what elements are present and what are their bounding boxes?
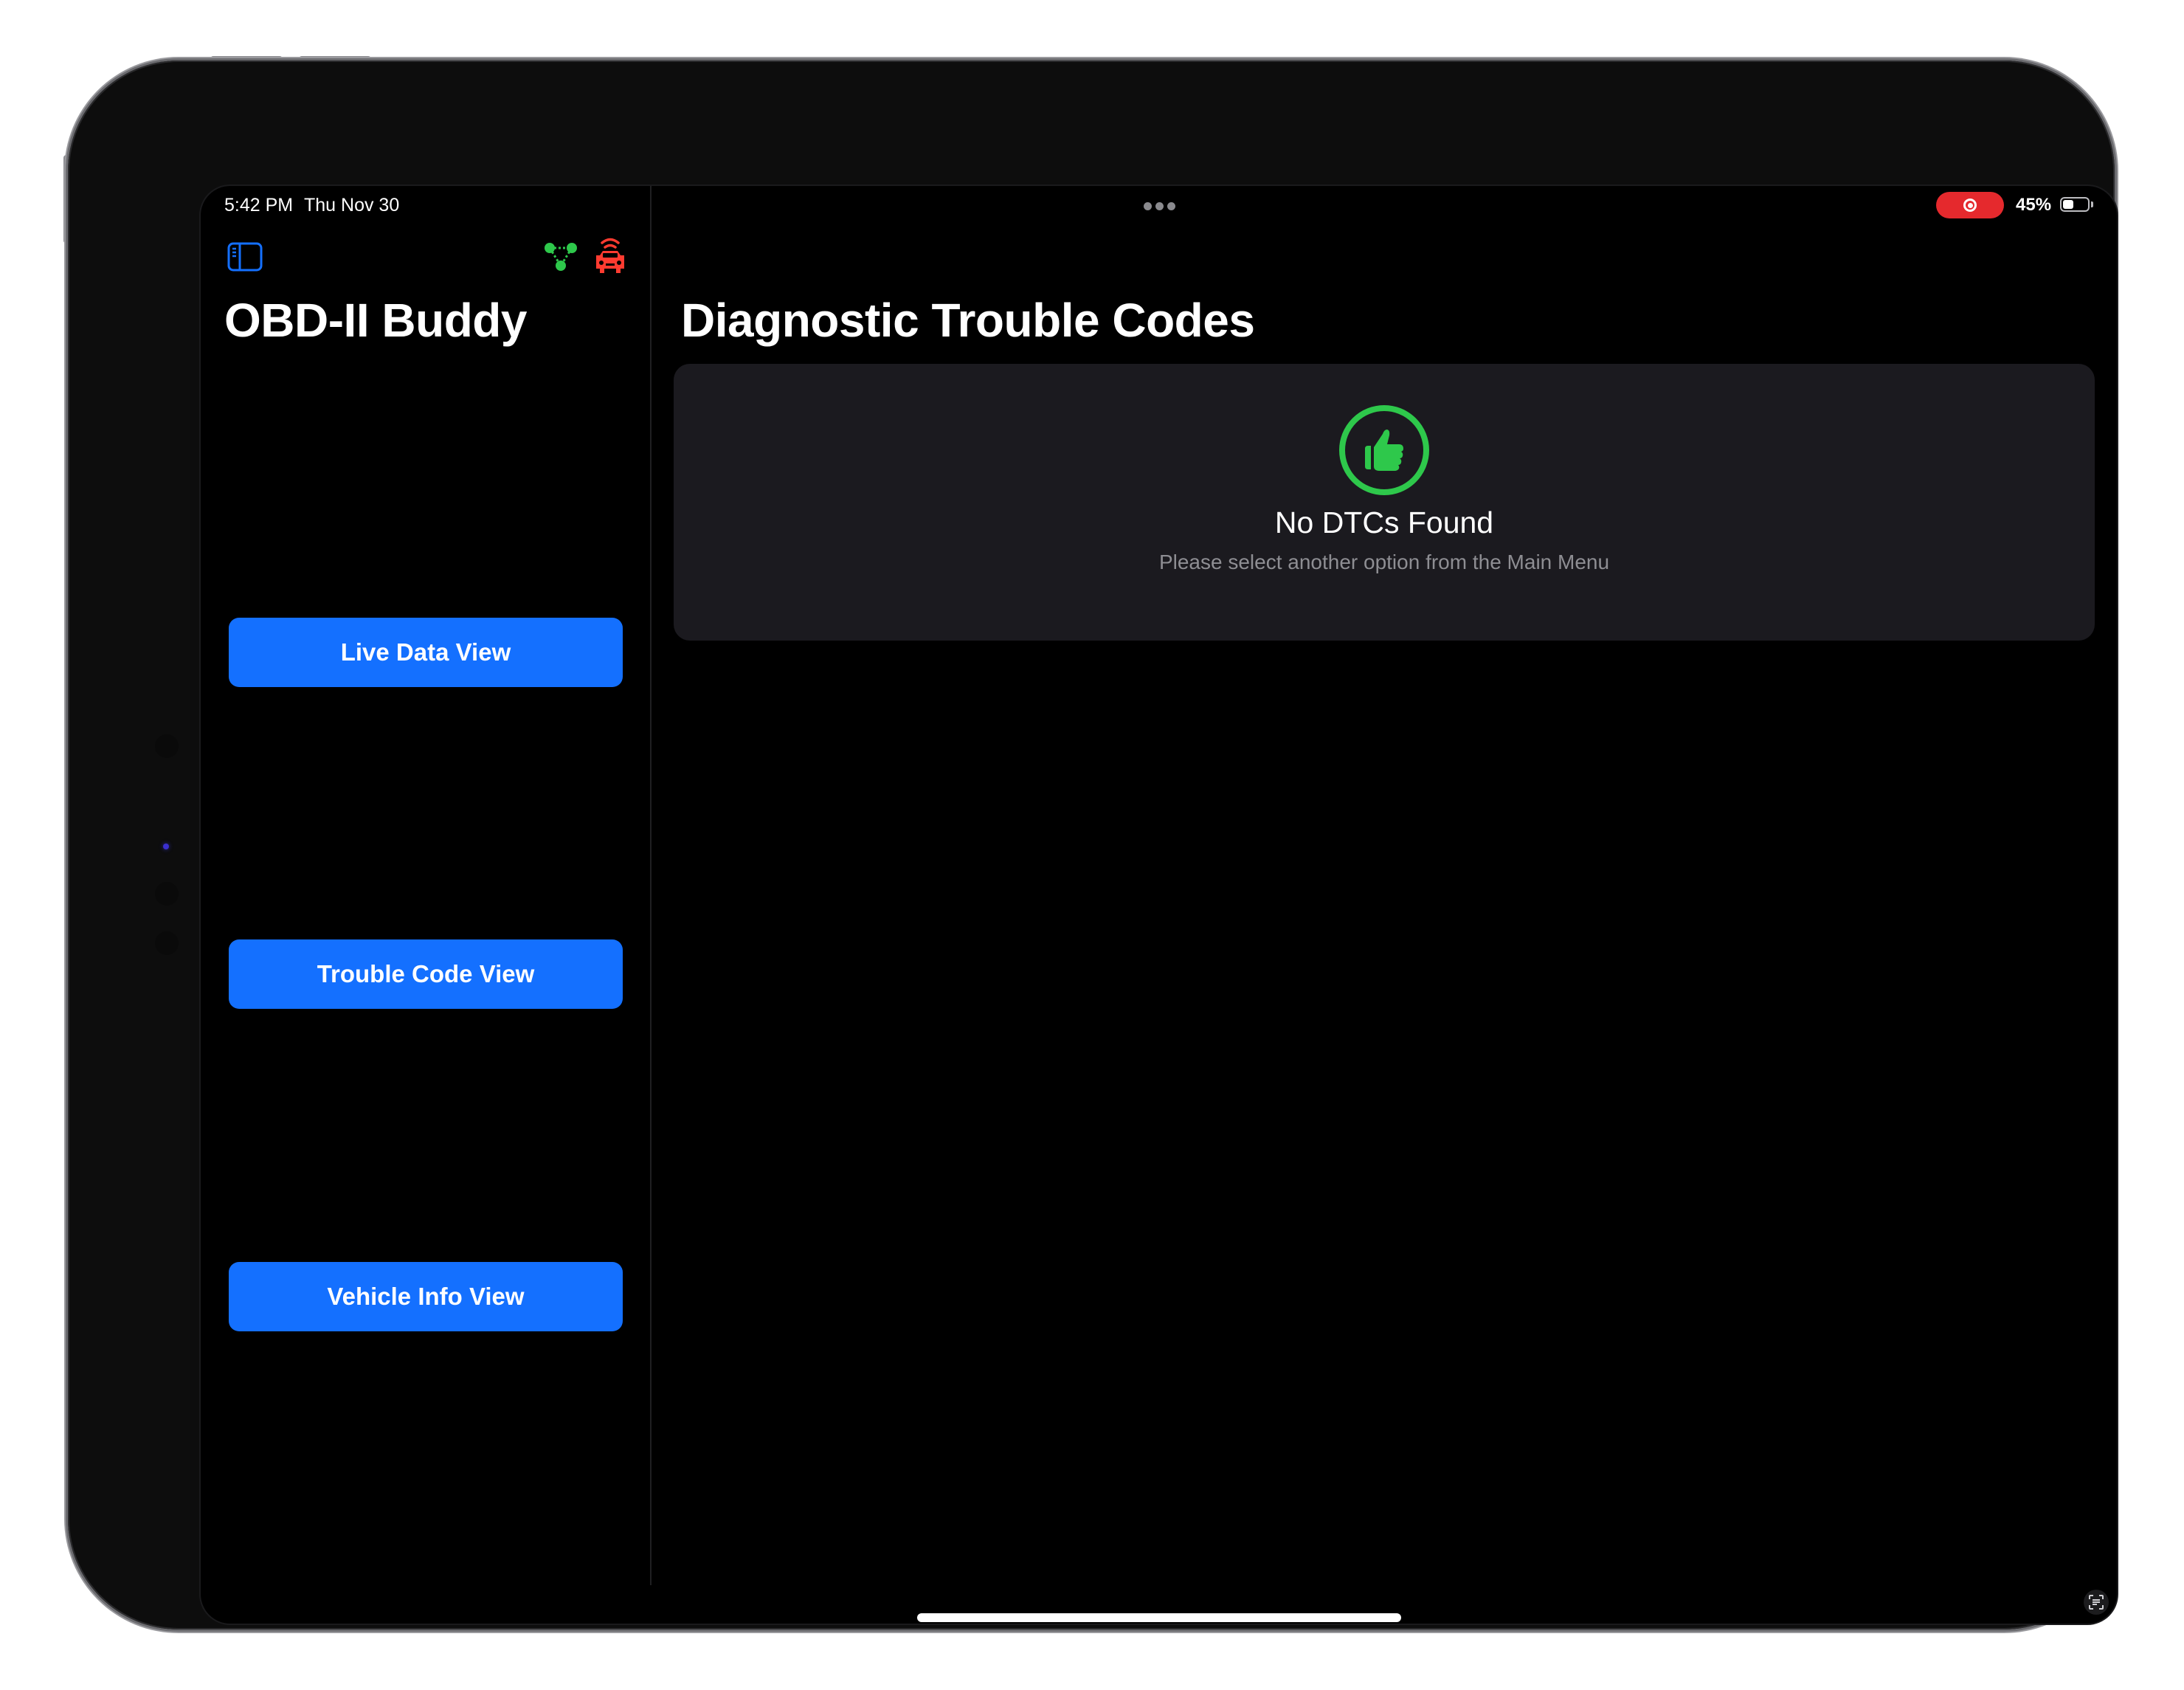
split-view-divider[interactable] bbox=[650, 186, 652, 1585]
network-connection-icon[interactable] bbox=[544, 242, 579, 272]
battery-icon bbox=[2060, 197, 2090, 212]
battery-level-fill bbox=[2063, 200, 2073, 209]
empty-state-message: Please select another option from the Ma… bbox=[1158, 551, 1610, 573]
thumbs-up-badge bbox=[1339, 405, 1429, 495]
page-title: Diagnostic Trouble Codes bbox=[681, 294, 1255, 347]
car-connection-icon[interactable] bbox=[593, 236, 627, 276]
screen-recording-indicator[interactable] bbox=[1936, 192, 2004, 218]
ipad-device-frame: 5:42 PM Thu Nov 30 45% OBD-II Buddy Live… bbox=[68, 61, 2117, 1629]
camera-lens bbox=[163, 844, 169, 849]
record-icon bbox=[1963, 199, 1977, 212]
camera-sensor bbox=[155, 734, 179, 758]
vehicle-info-view-button[interactable]: Vehicle Info View bbox=[229, 1262, 623, 1331]
sidebar-toggle-button[interactable] bbox=[227, 242, 263, 272]
thumbs-up-icon bbox=[1365, 430, 1403, 471]
empty-state-heading: No DTCs Found bbox=[1274, 506, 1494, 539]
trouble-code-view-button[interactable]: Trouble Code View bbox=[229, 939, 623, 1009]
live-data-view-button[interactable]: Live Data View bbox=[229, 618, 623, 687]
app-title: OBD-II Buddy bbox=[224, 294, 527, 347]
camera-sensor bbox=[155, 931, 179, 955]
camera-sensor bbox=[155, 882, 179, 906]
home-indicator[interactable] bbox=[917, 1613, 1401, 1622]
live-text-icon bbox=[2089, 1595, 2104, 1610]
sidebar-toggle-icon bbox=[227, 242, 263, 272]
sidebar: OBD-II Buddy Live Data View Trouble Code… bbox=[201, 186, 651, 1624]
battery-cap bbox=[2091, 201, 2093, 207]
screen: 5:42 PM Thu Nov 30 45% OBD-II Buddy Live… bbox=[201, 186, 2117, 1624]
empty-state-card: No DTCs Found Please select another opti… bbox=[674, 364, 2095, 641]
multitasking-menu-icon[interactable] bbox=[1144, 202, 1175, 210]
battery-percentage: 45% bbox=[2016, 195, 2052, 215]
live-text-button[interactable] bbox=[2084, 1590, 2109, 1615]
